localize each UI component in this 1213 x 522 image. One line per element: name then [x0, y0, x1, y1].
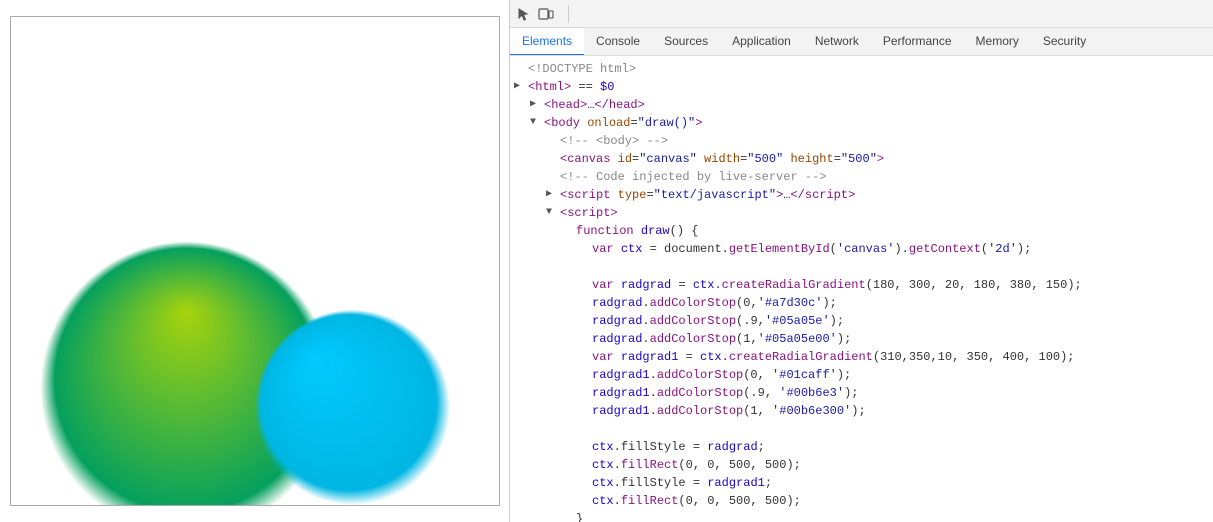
code-line[interactable]: ▶ <html> == $0: [510, 78, 1213, 96]
code-content: radgrad1.addColorStop(.9, '#00b6e3');: [592, 384, 858, 402]
code-content: <!-- Code injected by live-server -->: [560, 168, 826, 186]
code-content: <body onload="draw()">: [544, 114, 702, 132]
code-line[interactable]: radgrad1.addColorStop(0, '#01caff');: [510, 366, 1213, 384]
code-line[interactable]: function draw() {: [510, 222, 1213, 240]
devtools-tabs: Elements Console Sources Application Net…: [510, 28, 1213, 56]
code-content: var radgrad = ctx.createRadialGradient(1…: [592, 276, 1082, 294]
code-content: <!DOCTYPE html>: [528, 60, 636, 78]
code-content: radgrad1.addColorStop(0, '#01caff');: [592, 366, 851, 384]
expand-arrow-placeholder: [578, 384, 592, 402]
devtools-panel: Elements Console Sources Application Net…: [510, 0, 1213, 522]
expand-arrow-placeholder: [578, 438, 592, 456]
expand-arrow-placeholder: [578, 276, 592, 294]
tab-application[interactable]: Application: [720, 28, 803, 56]
code-line[interactable]: var radgrad = ctx.createRadialGradient(1…: [510, 276, 1213, 294]
code-line[interactable]: radgrad1.addColorStop(1, '#00b6e300');: [510, 402, 1213, 420]
tab-security[interactable]: Security: [1031, 28, 1098, 56]
code-line[interactable]: <!-- Code injected by live-server -->: [510, 168, 1213, 186]
expand-arrow-placeholder: [578, 330, 592, 348]
expand-arrow-placeholder: [578, 312, 592, 330]
devtools-toolbar: [510, 0, 1213, 28]
code-line[interactable]: ctx.fillRect(0, 0, 500, 500);: [510, 492, 1213, 510]
devtools-toolbar-icons: [514, 4, 556, 24]
code-content: <canvas id="canvas" width="500" height="…: [560, 150, 884, 168]
expand-arrow-placeholder: [578, 348, 592, 366]
code-line[interactable]: <canvas id="canvas" width="500" height="…: [510, 150, 1213, 168]
code-line[interactable]: ▶ <script type="text/javascript">…</scri…: [510, 186, 1213, 204]
code-content: <head>…</head>: [544, 96, 645, 114]
code-line[interactable]: var radgrad1 = ctx.createRadialGradient(…: [510, 348, 1213, 366]
code-line[interactable]: <!-- <body> -->: [510, 132, 1213, 150]
code-line[interactable]: radgrad.addColorStop(.9,'#05a05e');: [510, 312, 1213, 330]
code-line[interactable]: ctx.fillRect(0, 0, 500, 500);: [510, 456, 1213, 474]
expand-arrow-placeholder: [578, 294, 592, 312]
expand-arrow-placeholder: [514, 60, 528, 78]
expand-arrow-placeholder: [578, 456, 592, 474]
expand-arrow-placeholder: [578, 492, 592, 510]
code-line[interactable]: [510, 258, 1213, 276]
expand-arrow[interactable]: ▼: [546, 204, 560, 222]
expand-arrow[interactable]: ▶: [514, 78, 528, 96]
expand-arrow-placeholder: [546, 132, 560, 150]
expand-arrow[interactable]: ▶: [546, 186, 560, 204]
code-content: <!-- <body> -->: [560, 132, 668, 150]
device-toolbar-icon[interactable]: [536, 4, 556, 24]
tab-elements[interactable]: Elements: [510, 28, 584, 56]
code-line[interactable]: ctx.fillStyle = radgrad;: [510, 438, 1213, 456]
code-line[interactable]: <!DOCTYPE html>: [510, 60, 1213, 78]
code-content: radgrad1.addColorStop(1, '#00b6e300');: [592, 402, 866, 420]
code-line[interactable]: var ctx = document.getElementById('canva…: [510, 240, 1213, 258]
tab-memory[interactable]: Memory: [964, 28, 1031, 56]
code-line[interactable]: }: [510, 510, 1213, 522]
expand-arrow[interactable]: ▼: [530, 114, 544, 132]
expand-arrow-placeholder: [578, 240, 592, 258]
code-line[interactable]: [510, 420, 1213, 438]
select-element-icon[interactable]: [514, 4, 534, 24]
code-content: function draw() {: [576, 222, 698, 240]
code-content: }: [576, 510, 583, 522]
code-line[interactable]: ctx.fillStyle = radgrad1;: [510, 474, 1213, 492]
toolbar-divider: [568, 5, 569, 23]
expand-arrow-placeholder: [578, 366, 592, 384]
code-line[interactable]: ▼ <body onload="draw()">: [510, 114, 1213, 132]
code-content: ctx.fillStyle = radgrad1;: [592, 474, 772, 492]
code-area[interactable]: <!DOCTYPE html> ▶ <html> == $0 ▶ <head>……: [510, 56, 1213, 522]
code-content: var ctx = document.getElementById('canva…: [592, 240, 1031, 258]
code-content: ctx.fillRect(0, 0, 500, 500);: [592, 492, 801, 510]
code-content: ctx.fillRect(0, 0, 500, 500);: [592, 456, 801, 474]
code-line[interactable]: ▶ <head>…</head>: [510, 96, 1213, 114]
expand-arrow-placeholder: [514, 258, 528, 276]
code-line[interactable]: ▼ <script>: [510, 204, 1213, 222]
code-content: radgrad.addColorStop(1,'#05a05e00');: [592, 330, 851, 348]
tab-network[interactable]: Network: [803, 28, 871, 56]
expand-arrow-placeholder: [546, 168, 560, 186]
canvas-preview: [10, 16, 500, 506]
code-content: ctx.fillStyle = radgrad;: [592, 438, 765, 456]
code-line[interactable]: radgrad.addColorStop(0,'#a7d30c');: [510, 294, 1213, 312]
tab-sources[interactable]: Sources: [652, 28, 720, 56]
canvas-panel: [0, 0, 510, 522]
expand-arrow-placeholder: [546, 150, 560, 168]
code-line[interactable]: radgrad.addColorStop(1,'#05a05e00');: [510, 330, 1213, 348]
code-content: radgrad.addColorStop(0,'#a7d30c');: [592, 294, 837, 312]
code-content: <script type="text/javascript">…</script…: [560, 186, 855, 204]
expand-arrow-placeholder: [578, 402, 592, 420]
tab-console[interactable]: Console: [584, 28, 652, 56]
expand-arrow-placeholder: [514, 420, 528, 438]
code-content: radgrad.addColorStop(.9,'#05a05e');: [592, 312, 844, 330]
expand-arrow-placeholder: [578, 474, 592, 492]
expand-arrow[interactable]: ▶: [530, 96, 544, 114]
tab-performance[interactable]: Performance: [871, 28, 964, 56]
expand-arrow-placeholder: [562, 510, 576, 522]
code-line[interactable]: radgrad1.addColorStop(.9, '#00b6e3');: [510, 384, 1213, 402]
expand-arrow-placeholder: [562, 222, 576, 240]
code-content: <html> == $0: [528, 78, 614, 96]
code-content: <script>: [560, 204, 618, 222]
code-content: var radgrad1 = ctx.createRadialGradient(…: [592, 348, 1075, 366]
